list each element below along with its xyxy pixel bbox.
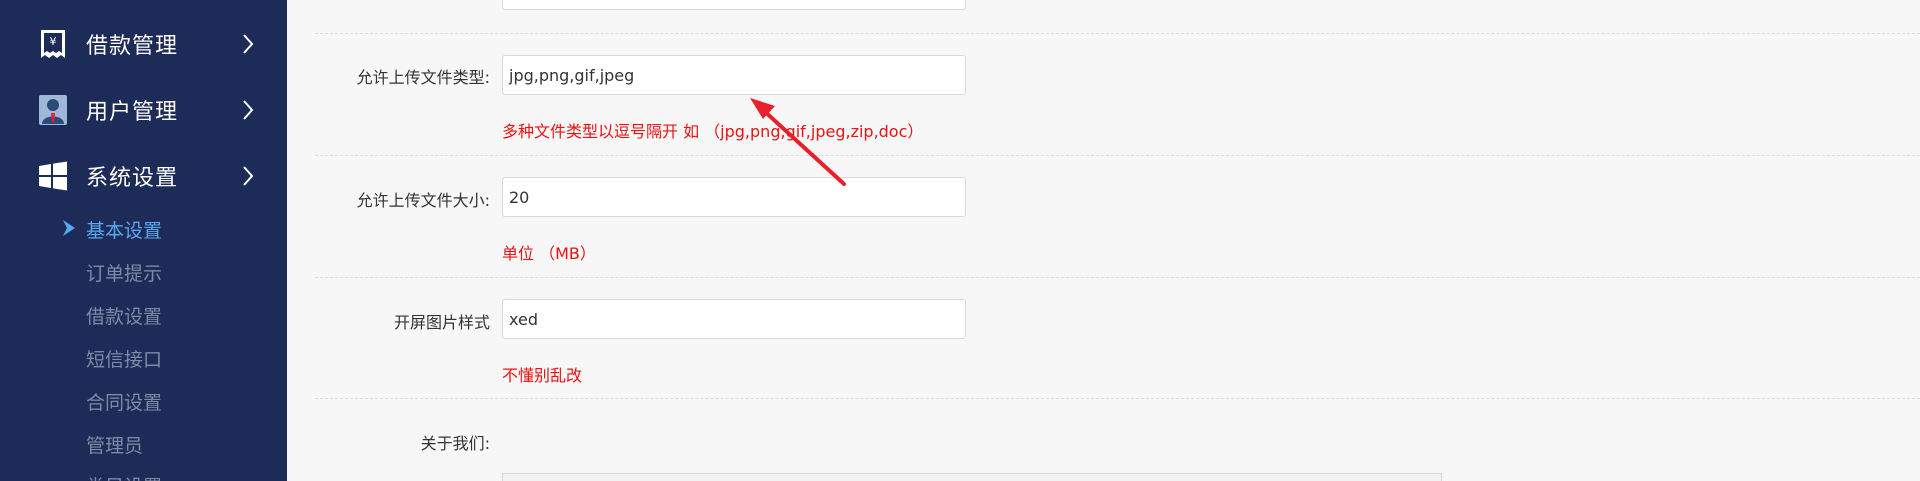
divider [315, 33, 1920, 34]
svg-text:¥: ¥ [50, 35, 57, 48]
chevron-right-icon [243, 100, 254, 120]
chevron-right-icon [243, 166, 254, 186]
submenu-item-sms-api[interactable]: 短信接口 [86, 345, 162, 372]
previous-field-input[interactable] [502, 0, 966, 10]
submenu-item-category-settings[interactable]: 类目设置 [86, 472, 162, 481]
file-size-label: 允许上传文件大小: [356, 191, 490, 210]
sidebar: ¥ 借款管理 用户管理 系统设置 基本设置 订单提示 借款设置 短信接口 合同设… [0, 0, 287, 481]
sidebar-item-system-settings[interactable]: 系统设置 [0, 146, 287, 206]
sidebar-item-label: 用户管理 [86, 100, 179, 125]
submenu-item-order-notice[interactable]: 订单提示 [86, 259, 162, 286]
settings-form: 允许上传文件类型: 多种文件类型以逗号隔开 如 （jpg,png,gif,jpe… [287, 0, 1920, 481]
chevron-right-icon [243, 34, 254, 54]
submenu-item-admin[interactable]: 管理员 [86, 431, 143, 458]
file-types-hint: 多种文件类型以逗号隔开 如 （jpg,png,gif,jpeg,zip,doc） [502, 122, 924, 141]
sidebar-item-label: 系统设置 [86, 166, 179, 191]
user-icon [38, 94, 68, 126]
about-us-editor[interactable] [502, 473, 1442, 481]
submenu-item-basic-settings[interactable]: 基本设置 [86, 216, 162, 243]
windows-icon [38, 160, 68, 192]
splash-style-label: 开屏图片样式 [393, 313, 490, 332]
splash-style-hint: 不懂别乱改 [502, 366, 583, 385]
submenu-item-loan-settings[interactable]: 借款设置 [86, 302, 162, 329]
sidebar-item-user-management[interactable]: 用户管理 [0, 80, 287, 140]
active-arrow-icon [63, 220, 75, 236]
submenu-item-contract-settings[interactable]: 合同设置 [86, 388, 162, 415]
divider [315, 155, 1920, 156]
file-types-label: 允许上传文件类型: [356, 68, 490, 87]
divider [315, 277, 1920, 278]
sidebar-item-loan-management[interactable]: ¥ 借款管理 [0, 14, 287, 74]
app-window: ¥ 借款管理 用户管理 系统设置 基本设置 订单提示 借款设置 短信接口 合同设… [0, 0, 1920, 481]
file-size-input[interactable] [502, 177, 966, 217]
about-us-label: 关于我们: [420, 434, 490, 453]
receipt-yen-icon: ¥ [38, 28, 68, 60]
file-types-input[interactable] [502, 55, 966, 95]
splash-style-input[interactable] [502, 299, 966, 339]
divider [315, 398, 1920, 399]
sidebar-item-label: 借款管理 [86, 34, 179, 59]
file-size-hint: 单位 （MB） [502, 244, 596, 263]
